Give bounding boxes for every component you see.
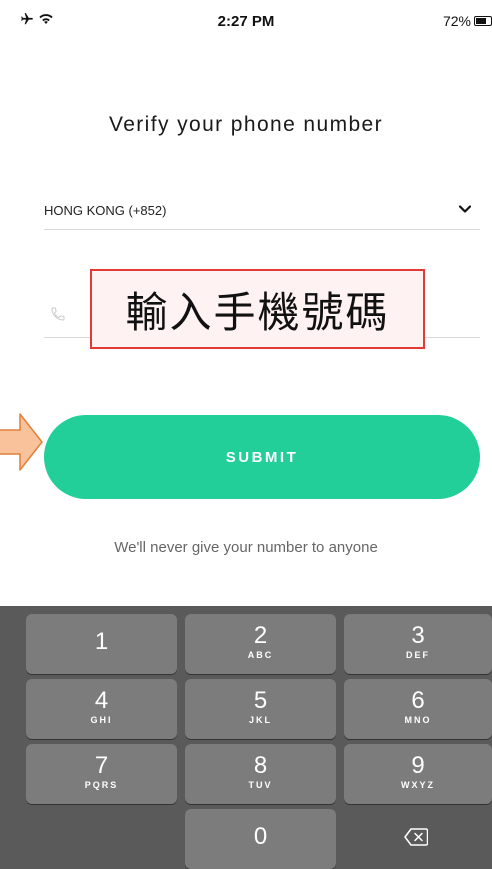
- arrow-right-icon: [0, 413, 43, 471]
- key-6[interactable]: 6 MNO: [344, 679, 492, 739]
- key-0[interactable]: 0: [185, 809, 336, 869]
- key-number: 2: [253, 622, 268, 649]
- key-letters: TUV: [248, 780, 273, 790]
- key-2[interactable]: 2 ABC: [185, 614, 336, 674]
- key-5[interactable]: 5 JKL: [185, 679, 336, 739]
- country-select-value: HONG KONG (+852): [44, 203, 167, 218]
- key-letters: GHI: [90, 715, 113, 725]
- key-number: 0: [253, 823, 268, 850]
- key-9[interactable]: 9 WXYZ: [344, 744, 492, 804]
- delete-key[interactable]: [344, 809, 492, 869]
- key-letters: MNO: [404, 715, 432, 725]
- submit-button-label: SUBMIT: [225, 448, 299, 466]
- country-select[interactable]: HONG KONG (+852): [44, 196, 480, 230]
- key-1[interactable]: 1: [26, 614, 177, 674]
- key-7[interactable]: 7 PQRS: [26, 744, 177, 804]
- backspace-icon: [404, 828, 428, 846]
- status-time: 2:27 PM: [217, 13, 275, 30]
- key-number: 9: [411, 752, 425, 779]
- key-number: 7: [94, 752, 109, 779]
- privacy-disclaimer: We'll never give your number to anyone: [114, 539, 378, 556]
- annotation-label: 輸入手機號碼: [90, 269, 425, 349]
- key-number: 6: [411, 687, 425, 714]
- chevron-down-icon: [458, 205, 472, 213]
- key-8[interactable]: 8 TUV: [185, 744, 336, 804]
- battery-level: [476, 18, 486, 24]
- key-letters: WXYZ: [401, 780, 435, 790]
- battery-percent: 72%: [442, 13, 471, 29]
- key-letters: JKL: [248, 715, 272, 725]
- key-number: 1: [94, 628, 109, 655]
- battery-status: 72%: [443, 13, 492, 29]
- key-number: 4: [94, 687, 109, 714]
- key-letters: ABC: [247, 650, 274, 660]
- status-bar: 2:27 PM 72%: [0, 0, 492, 40]
- key-3[interactable]: 3 DEF: [344, 614, 492, 674]
- submit-button[interactable]: SUBMIT: [44, 415, 480, 499]
- page-title: Verify your phone number: [108, 113, 384, 136]
- key-number: 3: [411, 622, 425, 649]
- battery-icon: [474, 16, 492, 26]
- key-number: 5: [253, 687, 268, 714]
- numeric-keypad: 1 2 ABC 3 DEF 4 GHI 5 JKL 6 MNO 7 PQRS 8…: [0, 606, 492, 869]
- key-letters: PQRS: [84, 780, 119, 790]
- key-4[interactable]: 4 GHI: [26, 679, 177, 739]
- key-number: 8: [253, 752, 268, 779]
- key-letters: DEF: [406, 650, 430, 660]
- phone-icon: [51, 307, 65, 321]
